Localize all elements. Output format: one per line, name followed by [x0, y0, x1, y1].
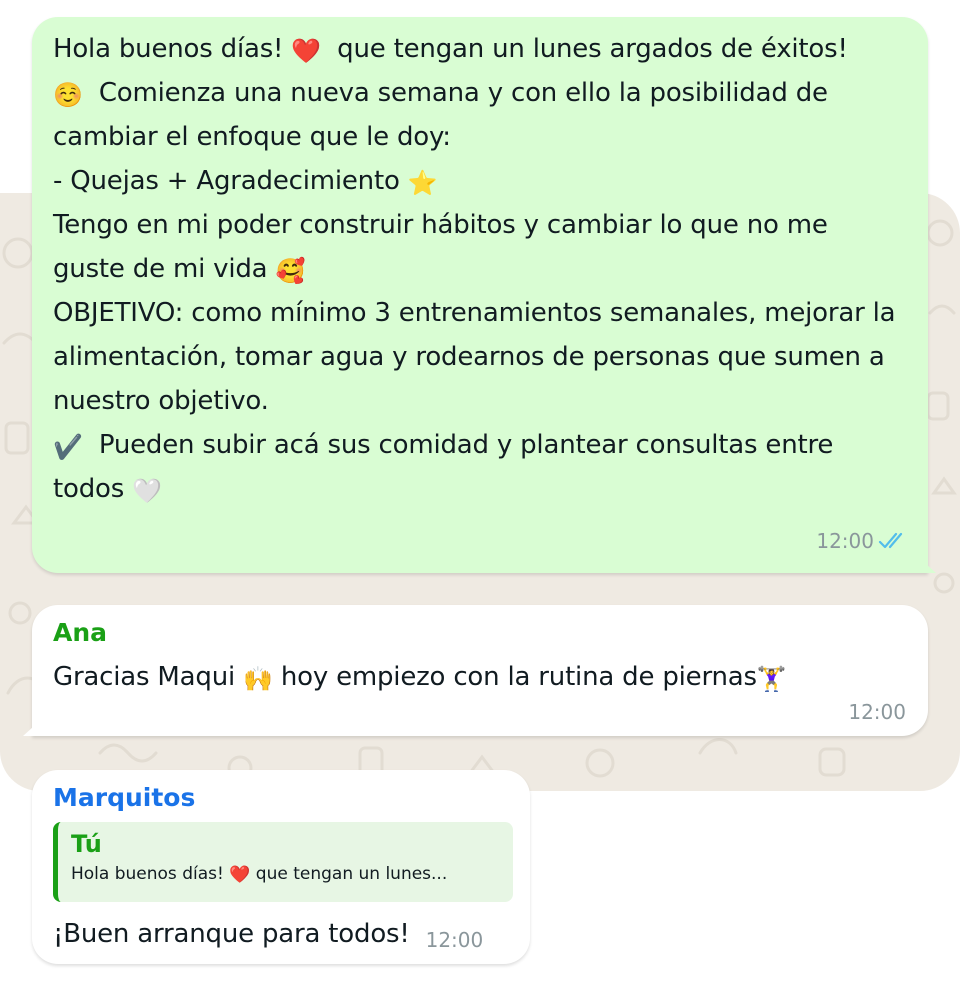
- raising-hands-emoji: 🙌: [243, 665, 273, 693]
- incoming-message-meta: 12:00: [848, 700, 906, 724]
- smiling-face-with-hearts-emoji: 🥰: [275, 257, 306, 285]
- message-timestamp: 12:00: [425, 928, 484, 952]
- sender-name[interactable]: Ana: [53, 617, 906, 649]
- smiling-face-emoji: ☺️: [53, 81, 83, 109]
- quoted-message-author: Tú: [71, 830, 102, 858]
- incoming-message-text: Gracias Maqui 🙌 hoy empiezo con la rutin…: [53, 662, 787, 693]
- incoming-message-bubble-ana[interactable]: Ana Gracias Maqui 🙌 hoy empiezo con la r…: [32, 605, 928, 736]
- reply-message-body: ¡Buen arranque para todos! 12:00: [53, 914, 510, 954]
- check-mark-emoji: ✔️: [53, 433, 83, 461]
- message-timestamp: 12:00: [816, 529, 874, 553]
- weight-lifter-emoji: 🏋️‍♀️: [756, 665, 787, 693]
- star-emoji: ⭐: [407, 169, 438, 197]
- outgoing-message-meta: 12:00: [816, 529, 908, 553]
- message-timestamp: 12:00: [848, 700, 906, 724]
- red-heart-emoji: ❤️: [229, 865, 251, 885]
- white-heart-emoji: 🤍: [132, 477, 162, 505]
- sender-name[interactable]: Marquitos: [53, 782, 510, 814]
- reply-message-text: ¡Buen arranque para todos!: [53, 919, 410, 949]
- outgoing-message-text: Hola buenos días! ❤️ que tengan un lunes…: [53, 34, 896, 505]
- reply-message-meta: 12:00: [426, 928, 484, 952]
- outgoing-message-bubble[interactable]: Hola buenos días! ❤️ que tengan un lunes…: [32, 17, 928, 573]
- reply-message-bubble-marquitos[interactable]: Marquitos Tú Hola buenos días! ❤️ que te…: [32, 770, 530, 964]
- red-heart-emoji: ❤️: [291, 37, 322, 65]
- quoted-message[interactable]: Tú Hola buenos días! ❤️ que tengan un lu…: [53, 822, 513, 902]
- double-check-icon: [878, 532, 903, 549]
- chat-screen: Hola buenos días! ❤️ que tengan un lunes…: [0, 0, 960, 981]
- quoted-message-text: Hola buenos días! ❤️ que tengan un lunes…: [71, 864, 448, 885]
